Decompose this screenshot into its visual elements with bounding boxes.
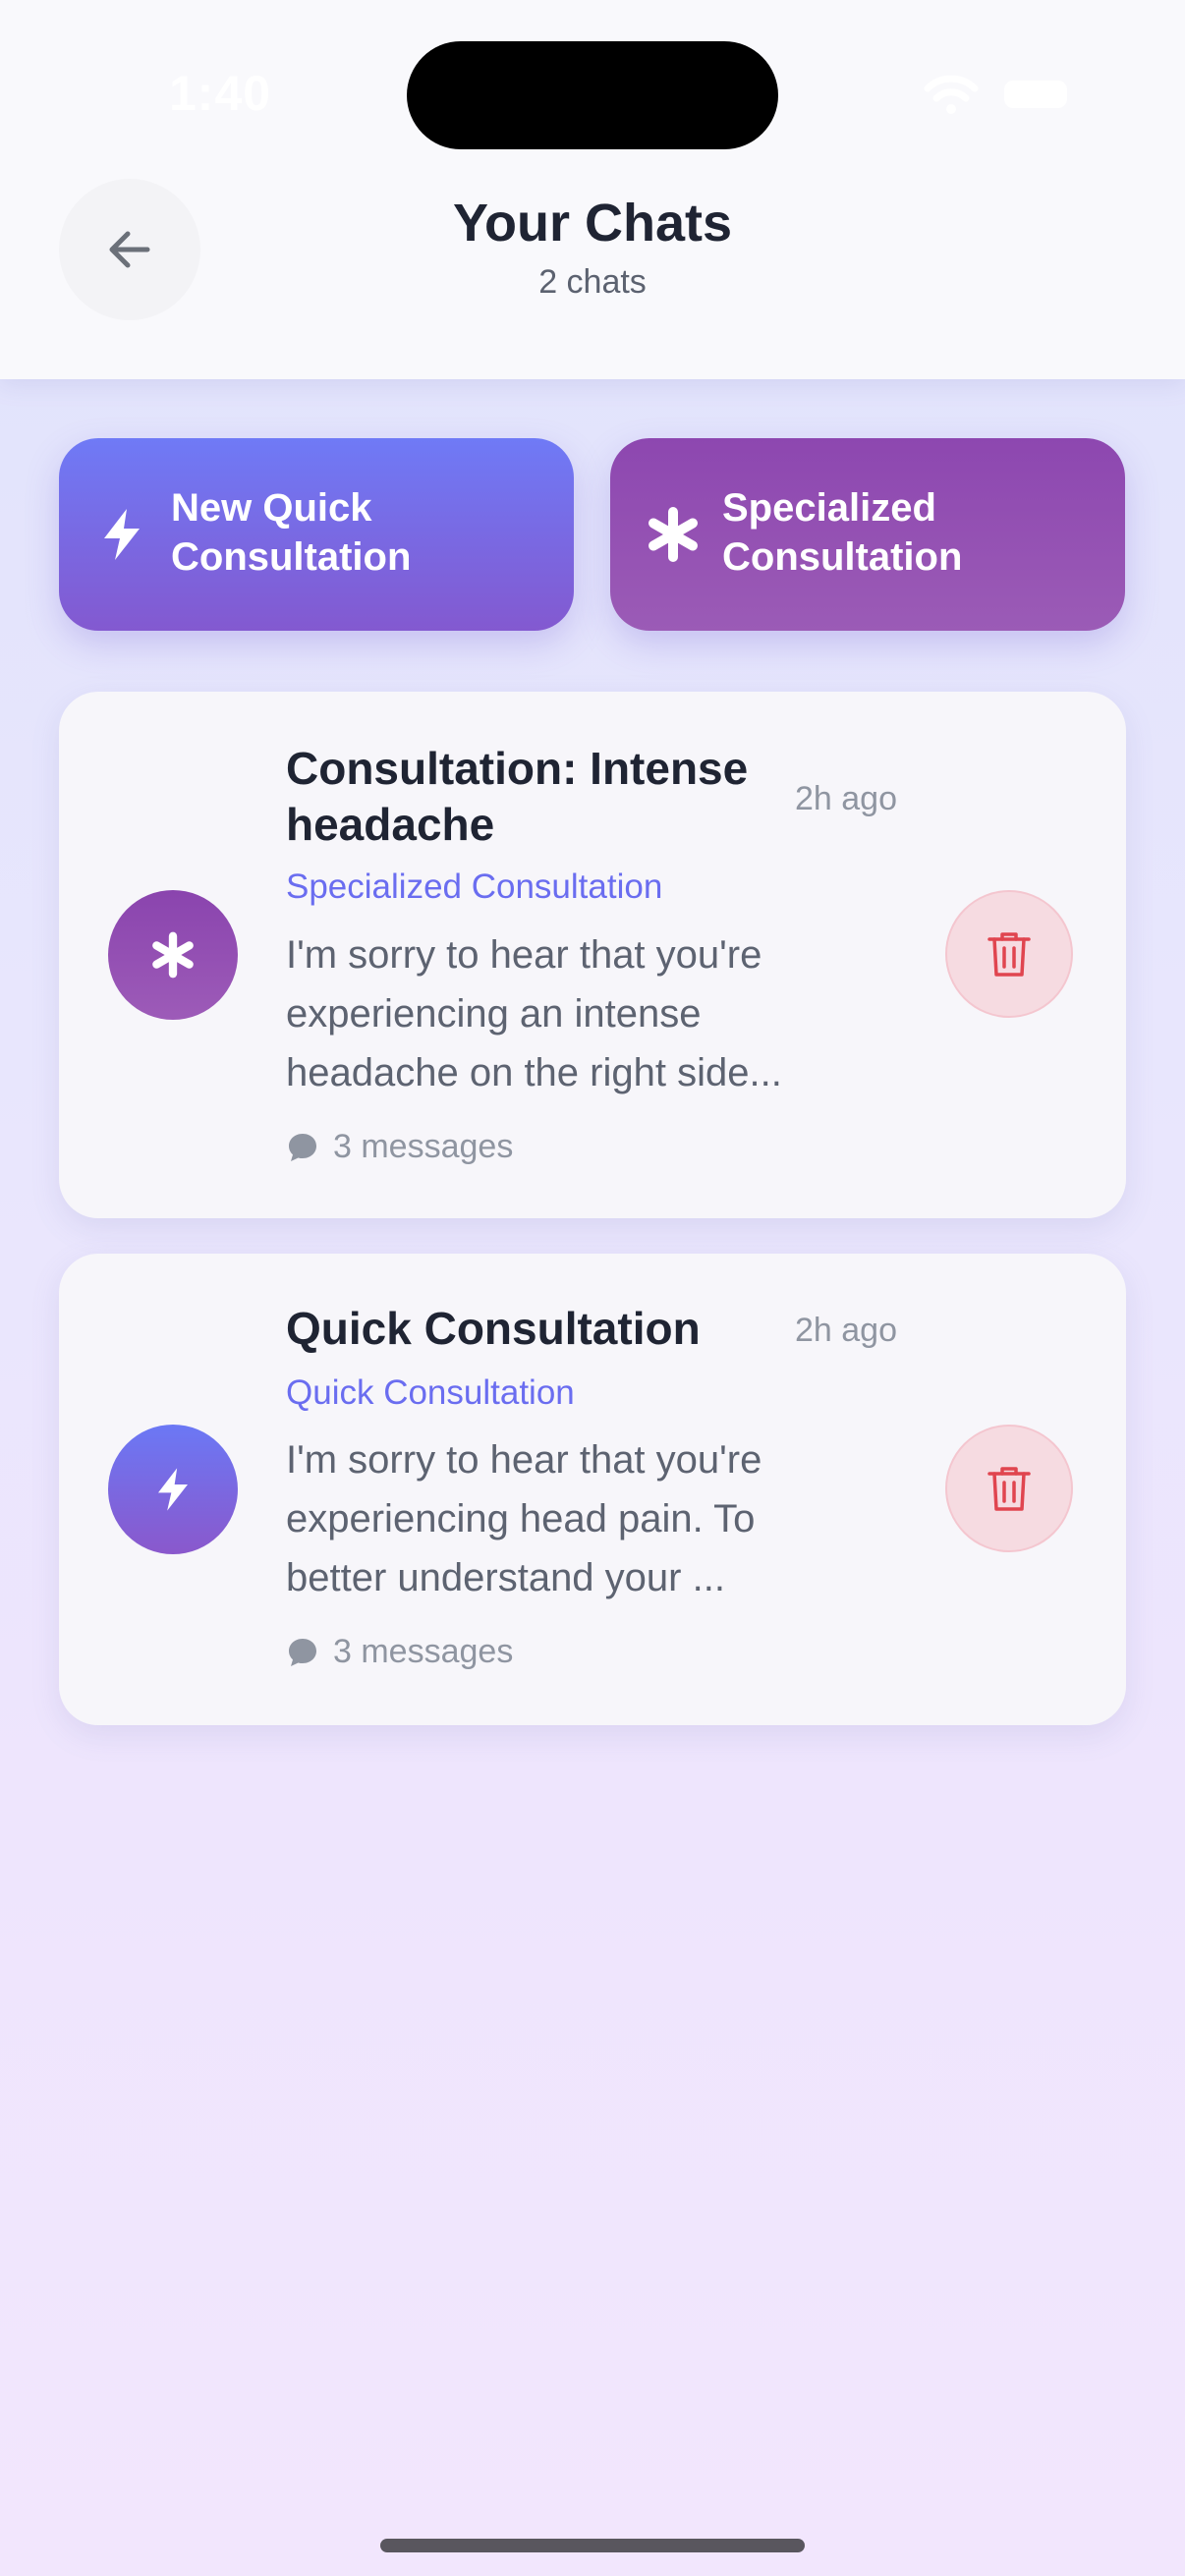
message-count-label: 3 messages: [333, 1128, 514, 1165]
chat-bubble-icon: [289, 1638, 316, 1666]
chat-avatar: [108, 890, 238, 1020]
delete-chat-button[interactable]: [945, 1425, 1073, 1552]
dynamic-island: [407, 41, 778, 149]
header: 1:40 Your Chats 2 chats: [0, 0, 1185, 379]
new-quick-consultation-label: New Quick Consultation: [171, 486, 412, 579]
page-title: Your Chats: [452, 194, 733, 252]
chat-type: Specialized Consultation: [286, 868, 663, 906]
chat-type: Quick Consultation: [286, 1373, 575, 1412]
status-time: 1:40: [169, 66, 272, 121]
delete-chat-button[interactable]: [945, 890, 1073, 1018]
chat-message-count: 3 messages: [286, 1633, 513, 1671]
chat-title: Quick Consultation: [286, 1303, 701, 1354]
specialized-consultation-label: Specialized Consultation: [722, 486, 963, 579]
chat-time: 2h ago: [795, 780, 897, 817]
trash-icon: [988, 932, 1031, 977]
message-count-label: 3 messages: [333, 1633, 514, 1670]
home-indicator[interactable]: [380, 2539, 805, 2552]
chat-avatar: [108, 1425, 238, 1554]
chat-card-quick[interactable]: Quick Consultation 2h ago Quick Consulta…: [59, 1254, 1126, 1725]
new-quick-consultation-button[interactable]: New Quick Consultation: [59, 438, 574, 631]
asterisk-icon: [152, 931, 194, 979]
battery-icon: [1004, 81, 1067, 108]
chat-count: 2 chats: [538, 263, 647, 301]
chat-card-specialized[interactable]: Consultation: Intense headache 2h ago Sp…: [59, 692, 1126, 1218]
specialized-consultation-button[interactable]: Specialized Consultation: [610, 438, 1125, 631]
lightning-icon: [104, 509, 140, 560]
lightning-icon: [158, 1468, 188, 1511]
trash-icon: [988, 1467, 1031, 1511]
chat-title: Consultation: Intense headache: [286, 743, 749, 850]
chat-preview: I'm sorry to hear that you're experienci…: [286, 1438, 762, 1599]
chat-time: 2h ago: [795, 1312, 897, 1349]
asterisk-icon: [649, 507, 698, 562]
chat-preview: I'm sorry to hear that you're experienci…: [286, 933, 782, 1094]
chat-message-count: 3 messages: [286, 1128, 513, 1166]
wifi-icon: [924, 75, 979, 114]
chat-bubble-icon: [289, 1133, 316, 1161]
